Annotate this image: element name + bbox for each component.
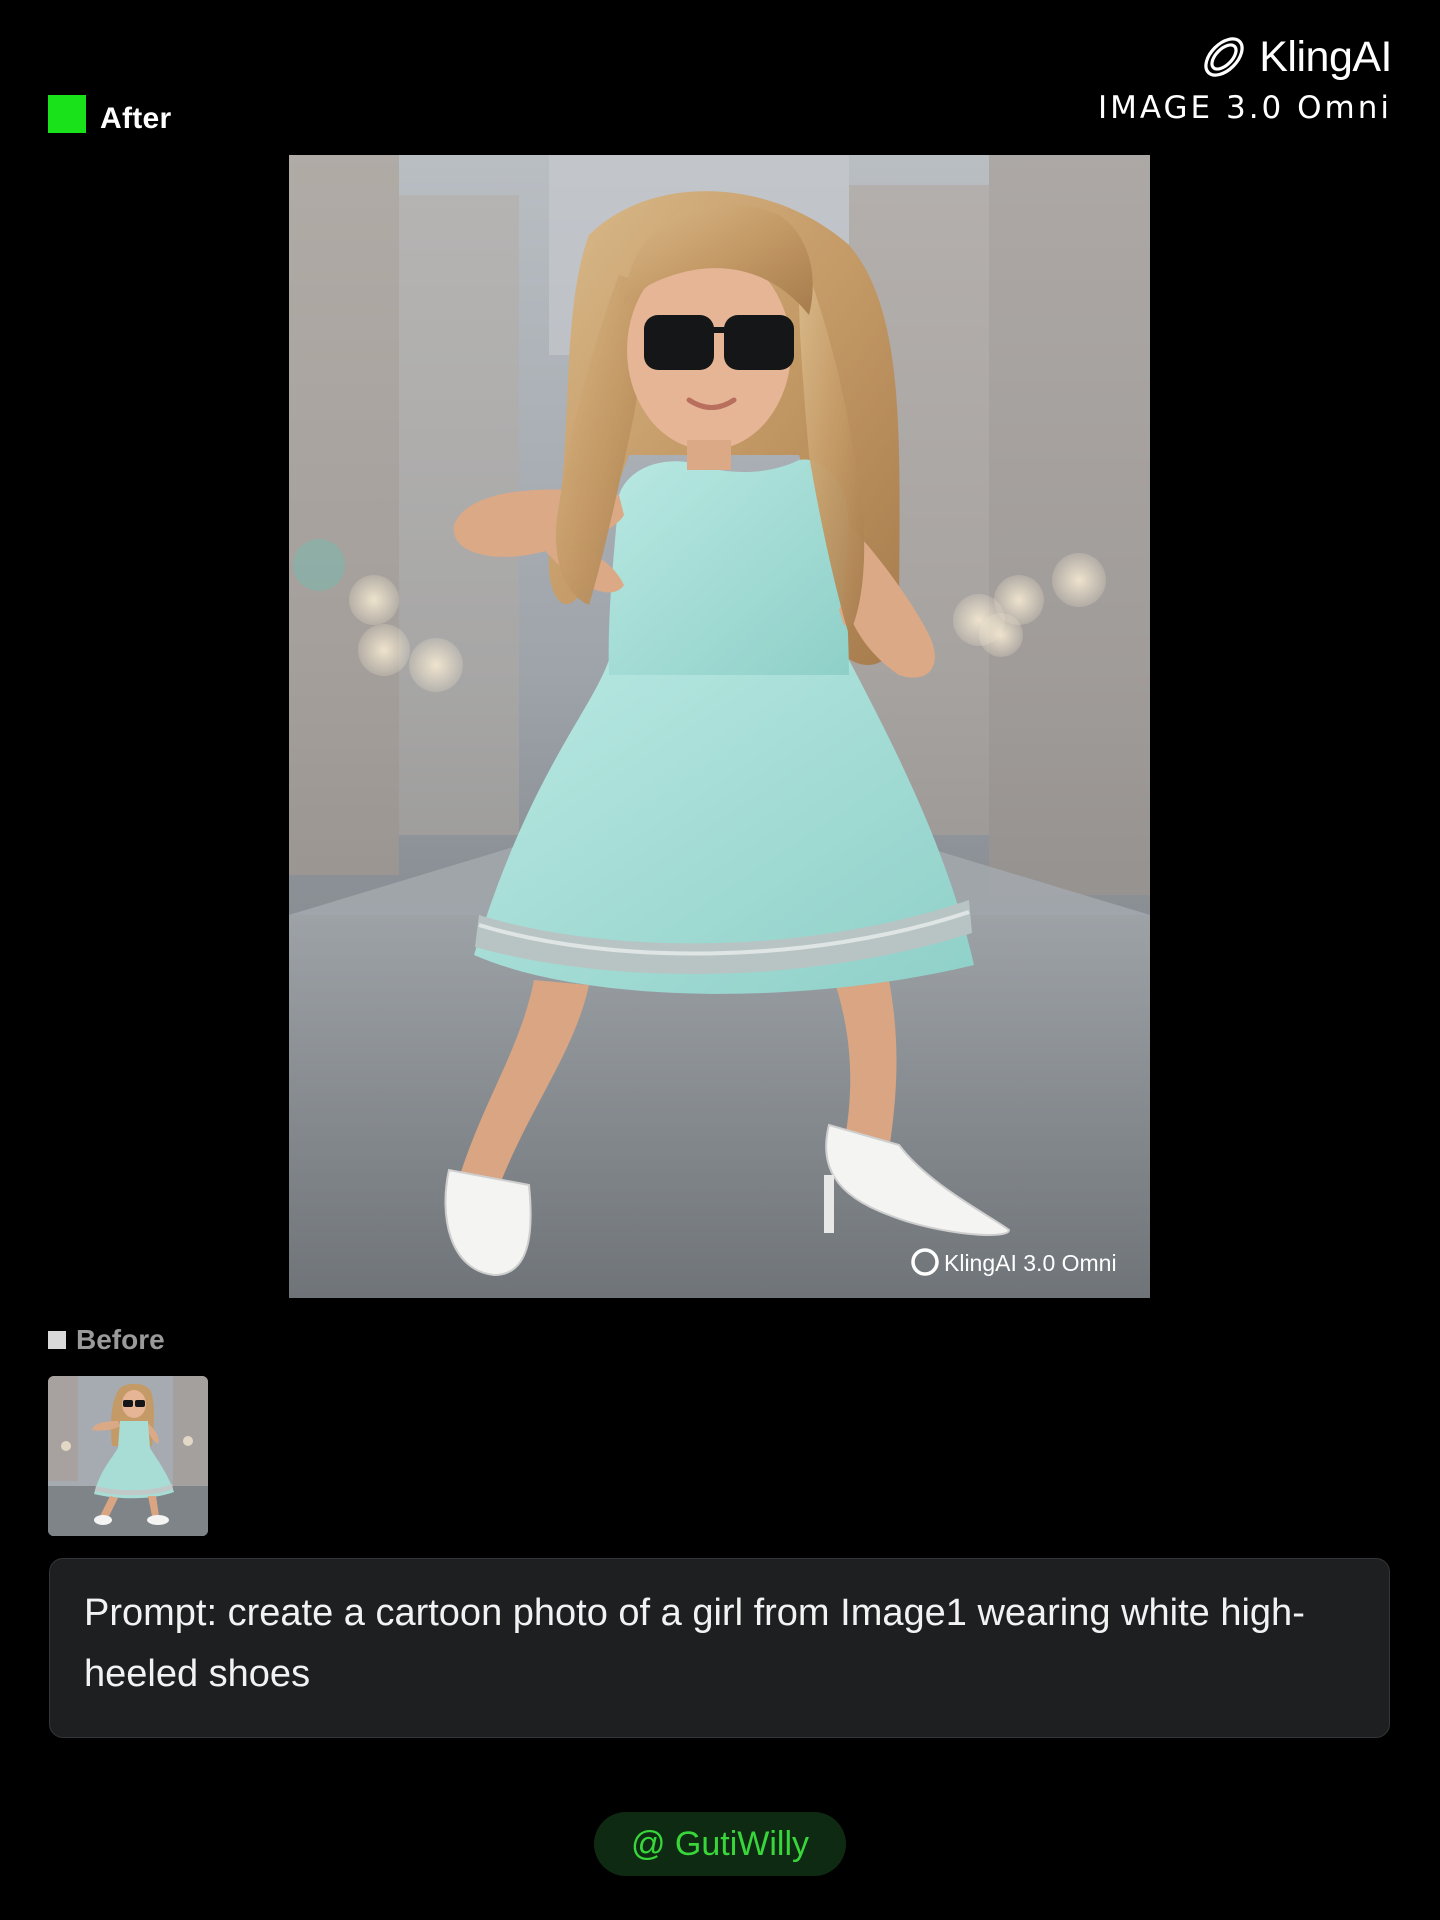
after-label-text: After <box>100 102 172 135</box>
kling-logo-icon <box>1204 37 1244 77</box>
prompt-text: Prompt: create a cartoon photo of a girl… <box>84 1592 1305 1695</box>
brand-name: KlingAI <box>1259 32 1392 81</box>
after-color-swatch <box>48 95 86 133</box>
after-label: After <box>48 86 172 136</box>
prompt-box: Prompt: create a cartoon photo of a girl… <box>49 1558 1390 1738</box>
brand-header: KlingAI IMAGE 3.0 Omni <box>1097 30 1393 127</box>
before-label: Before <box>48 1324 165 1356</box>
credit-badge[interactable]: @ GutiWilly <box>594 1812 846 1876</box>
before-thumbnail-illustration <box>48 1376 208 1536</box>
generated-image: KlingAI 3.0 Omni <box>289 155 1150 1298</box>
image-watermark: KlingAI 3.0 Omni <box>911 1248 1117 1276</box>
before-label-text: Before <box>76 1324 165 1355</box>
before-thumbnail[interactable] <box>48 1376 208 1536</box>
generated-image-illustration: KlingAI 3.0 Omni <box>289 155 1150 1298</box>
before-color-swatch <box>48 1331 66 1349</box>
credit-handle: @ GutiWilly <box>630 1824 810 1863</box>
brand-model: IMAGE 3.0 Omni <box>1097 90 1392 126</box>
watermark-text: KlingAI 3.0 Omni <box>944 1250 1117 1276</box>
